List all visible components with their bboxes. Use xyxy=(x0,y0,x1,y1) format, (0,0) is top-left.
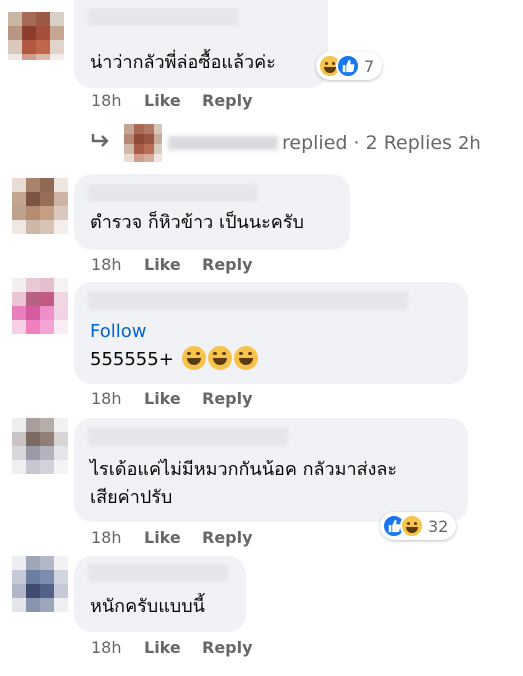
comment-text: 555555+ xyxy=(90,345,258,375)
laughing-emoji-icon xyxy=(181,346,206,370)
reply-button[interactable]: Reply xyxy=(202,528,253,547)
comment-bubble: หนักครับแบบนี้ xyxy=(74,556,246,632)
laughing-emoji-icon xyxy=(233,346,258,370)
avatar[interactable] xyxy=(12,418,68,474)
comment-text-line2: เสียค่าปรับ xyxy=(90,487,173,508)
like-button[interactable]: Like xyxy=(144,91,202,110)
comment-actions: 18h Like Reply xyxy=(91,255,253,274)
timestamp[interactable]: 18h xyxy=(91,91,144,110)
commenter-name[interactable] xyxy=(88,564,228,582)
reaction-count: 7 xyxy=(364,56,375,76)
reaction-summary[interactable]: 7 xyxy=(316,52,383,80)
reply-arrow-icon xyxy=(90,132,112,155)
comment-actions: 18h Like Reply xyxy=(91,91,253,110)
comment-text-line1: ไรเด้อแค่ไม่มีหมวกกันน้อค กลัวมาส่งละ xyxy=(90,459,398,480)
comment-text: ตำรวจ ก็หิวข้าว เป็นนะครับ xyxy=(90,212,304,233)
comment-bubble: Follow 555555+ xyxy=(74,282,468,384)
like-button[interactable]: Like xyxy=(144,638,202,657)
comment-bubble: ตำรวจ ก็หิวข้าว เป็นนะครับ xyxy=(74,174,350,250)
comment-text-value: 555555+ xyxy=(90,349,174,370)
reply-button[interactable]: Reply xyxy=(202,638,253,657)
comment-actions: 18h Like Reply xyxy=(91,389,253,408)
reply-avatar xyxy=(124,124,162,162)
avatar[interactable] xyxy=(12,556,68,612)
follow-link[interactable]: Follow xyxy=(90,321,146,342)
reply-timestamp: 2h xyxy=(457,132,481,154)
avatar[interactable] xyxy=(12,278,68,334)
view-replies-link[interactable]: replied · 2 Replies 2h xyxy=(90,124,481,162)
timestamp[interactable]: 18h xyxy=(91,255,144,274)
reply-button[interactable]: Reply xyxy=(202,389,253,408)
reply-button[interactable]: Reply xyxy=(202,91,253,110)
commenter-name[interactable] xyxy=(88,428,288,446)
comment-actions: 18h Like Reply xyxy=(91,528,253,547)
comment-text: น่าว่ากลัวพี่ล่อซื้อแล้วค่ะ xyxy=(90,52,276,73)
reaction-summary[interactable]: 32 xyxy=(380,512,457,540)
timestamp[interactable]: 18h xyxy=(91,638,144,657)
like-button[interactable]: Like xyxy=(144,528,202,547)
like-button[interactable]: Like xyxy=(144,255,202,274)
commenter-name[interactable] xyxy=(88,8,238,26)
avatar[interactable] xyxy=(12,178,68,234)
comment-bubble: ไรเด้อแค่ไม่มีหมวกกันน้อค กลัวมาส่งละ เส… xyxy=(74,418,468,522)
like-icon xyxy=(336,54,360,78)
reply-author-name xyxy=(168,136,278,150)
reply-button[interactable]: Reply xyxy=(202,255,253,274)
reaction-count: 32 xyxy=(428,516,449,536)
comment-text: หนักครับแบบนี้ xyxy=(90,596,205,617)
comment-actions: 18h Like Reply xyxy=(91,638,253,657)
timestamp[interactable]: 18h xyxy=(91,389,144,408)
laughing-emoji-icon xyxy=(207,346,232,370)
haha-icon xyxy=(400,514,424,538)
comment-bubble: น่าว่ากลัวพี่ล่อซื้อแล้วค่ะ xyxy=(74,0,328,88)
commenter-name[interactable] xyxy=(88,184,258,202)
timestamp[interactable]: 18h xyxy=(91,528,144,547)
commenter-name[interactable] xyxy=(88,292,408,310)
avatar[interactable] xyxy=(8,12,64,60)
like-button[interactable]: Like xyxy=(144,389,202,408)
replies-label: replied · 2 Replies xyxy=(282,132,452,154)
